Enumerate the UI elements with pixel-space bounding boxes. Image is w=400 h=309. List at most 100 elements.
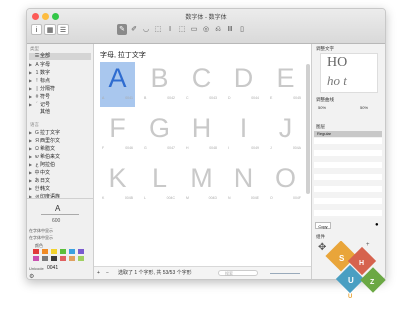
- glyph-character: B: [150, 63, 169, 93]
- color-swatch[interactable]: [78, 249, 84, 254]
- glyph-cell[interactable]: A A 0041: [100, 62, 135, 107]
- svg-text:U: U: [348, 276, 354, 285]
- glyph-character: C: [191, 63, 212, 93]
- grid-view-button[interactable]: ▦: [44, 24, 56, 35]
- window-title: 数字体 - 数字体: [185, 15, 227, 21]
- list-view-button[interactable]: ☰: [57, 24, 69, 35]
- glyph-cell[interactable]: L L 004C: [142, 162, 177, 207]
- sidebar-item-language-6[interactable]: ▶ あ日文: [29, 177, 91, 184]
- search-input[interactable]: 搜索: [218, 270, 258, 276]
- sidebar-item-category-1[interactable]: ▶ A字母: [29, 61, 91, 68]
- sidebar-item-category-5[interactable]: ▶ # 符号: [29, 93, 91, 100]
- glyph-cell[interactable]: C C 0043: [184, 62, 219, 107]
- glyph-cell[interactable]: B B 0042: [142, 62, 177, 107]
- sidebar-item-language-3[interactable]: ▶ ש希伯来文: [29, 153, 91, 160]
- color-swatch[interactable]: [51, 249, 57, 254]
- glyph-grid-area: 字母, 拉丁文字 A A 0041 B B 0042 C C 0043 D D 0044 E E 0045 F…: [94, 44, 311, 266]
- zoom-slider[interactable]: [270, 273, 300, 274]
- sidebar-item-language-1[interactable]: ▶ Я西里尔文: [29, 137, 91, 144]
- add-glyph-button[interactable]: +: [97, 267, 100, 279]
- sidebar-item-label: 印度语族: [40, 194, 61, 200]
- glyph-cell[interactable]: F F 0046: [100, 112, 135, 157]
- glyph-cell[interactable]: O O 004F: [268, 162, 303, 207]
- glyph-preview: A: [55, 204, 61, 213]
- glyph-cell[interactable]: I I 0049: [226, 112, 261, 157]
- glyph-cell[interactable]: D D 0044: [226, 62, 261, 107]
- tool-button-2[interactable]: ◡: [141, 24, 151, 35]
- section-adjust-curve: 调整曲线: [316, 97, 334, 102]
- tool-button-3[interactable]: ⬚: [153, 24, 163, 35]
- glyph-label: B: [144, 96, 147, 100]
- layer-row[interactable]: Regular: [314, 131, 382, 137]
- color-swatch[interactable]: [60, 249, 66, 254]
- glyph-label: E: [270, 96, 273, 100]
- preview-box: HO ho t: [320, 53, 378, 93]
- info-button[interactable]: i: [31, 24, 42, 35]
- weight-slider[interactable]: [41, 214, 79, 215]
- section-adjust-text: 调整文字: [316, 46, 334, 51]
- color-swatch[interactable]: [42, 249, 48, 254]
- glyph-cell[interactable]: M M 004D: [184, 162, 219, 207]
- color-swatch[interactable]: [51, 256, 57, 261]
- unicode-label: Unicode: [29, 266, 44, 271]
- color-swatch[interactable]: [33, 256, 39, 261]
- sidebar-item-category-3[interactable]: ▶! 标点: [29, 77, 91, 84]
- color-swatch[interactable]: [78, 256, 84, 261]
- glyph-character: I: [239, 113, 248, 143]
- glyph-cell[interactable]: K K 004B: [100, 162, 135, 207]
- glyph-cell[interactable]: H H 0048: [184, 112, 219, 157]
- glyph-cell[interactable]: E E 0045: [268, 62, 303, 107]
- add-layer-button[interactable]: ●: [375, 222, 379, 228]
- color-swatch[interactable]: [69, 249, 75, 254]
- glyph-label: M: [186, 196, 189, 200]
- sidebar-item-category-2[interactable]: ▶ 1 数字: [29, 69, 91, 76]
- sidebar-item-language-2[interactable]: ▶ Ω希腊文: [29, 145, 91, 152]
- sidebar-item-label: 阿拉伯: [40, 162, 56, 168]
- glyph-code: 0042: [167, 96, 175, 100]
- svg-text:U: U: [348, 294, 352, 300]
- glyph-character: O: [274, 163, 296, 193]
- sidebar-item-category-4[interactable]: ▶ | 分隔符: [29, 85, 91, 92]
- gear-icon[interactable]: ⚙: [29, 273, 34, 279]
- sidebar-item-language-0[interactable]: ▶ G拉丁文字: [29, 129, 91, 136]
- color-swatch[interactable]: [69, 256, 75, 261]
- glyph-label: C: [186, 96, 189, 100]
- color-swatch[interactable]: [60, 256, 66, 261]
- glyph-character: E: [276, 63, 295, 93]
- tool-button-9[interactable]: Ⅲ: [225, 24, 235, 35]
- shuzu-logo-badge: S H U Z U: [325, 241, 386, 300]
- sidebar-item-language-4[interactable]: ▶ ع 阿拉伯: [29, 161, 91, 168]
- glyph-label: N: [228, 196, 231, 200]
- sidebar-item-category-6[interactable]: ▶ ´ 记号: [29, 101, 91, 108]
- copy-button[interactable]: Copy: [315, 222, 331, 229]
- glyph-character: J: [278, 113, 293, 143]
- curve-value-2[interactable]: 50%: [360, 105, 368, 110]
- glyph-cell[interactable]: N N 004E: [226, 162, 261, 207]
- tool-button-1[interactable]: ✐: [129, 24, 139, 35]
- color-swatch[interactable]: [33, 249, 39, 254]
- sidebar-item-category-7[interactable]: 其他: [29, 109, 91, 116]
- glyph-cell[interactable]: G G 0047: [142, 112, 177, 157]
- tool-button-6[interactable]: ▭: [189, 24, 199, 35]
- weight-value: 600: [52, 218, 61, 224]
- tool-button-8[interactable]: ⎌: [213, 24, 223, 35]
- glyph-cell[interactable]: J J 004A: [268, 112, 303, 157]
- tool-button-0[interactable]: ✎: [117, 24, 127, 35]
- curve-value-1[interactable]: 50%: [318, 105, 326, 110]
- layer-list: [314, 138, 382, 218]
- svg-text:Z: Z: [370, 279, 375, 286]
- glyph-code: 0047: [167, 146, 175, 150]
- tool-button-4[interactable]: Ⅰ: [165, 24, 175, 35]
- grid-icon: ▦: [46, 27, 54, 34]
- color-swatch[interactable]: [42, 256, 48, 261]
- remove-glyph-button[interactable]: −: [106, 267, 109, 279]
- tool-button-7[interactable]: ◎: [201, 24, 211, 35]
- sidebar-item-category-0[interactable]: ☰全部: [29, 53, 91, 60]
- sidebar-item-language-5[interactable]: ▶ 中中文: [29, 169, 91, 176]
- tool-button-5[interactable]: ⬚: [177, 24, 187, 35]
- tool-button-10[interactable]: ▯: [237, 24, 247, 35]
- glyph-code: 004A: [292, 146, 301, 150]
- scrollbar[interactable]: [306, 64, 310, 194]
- list-icon: ☰: [59, 27, 67, 34]
- sidebar-item-language-7[interactable]: ▶ 한韩文: [29, 185, 91, 192]
